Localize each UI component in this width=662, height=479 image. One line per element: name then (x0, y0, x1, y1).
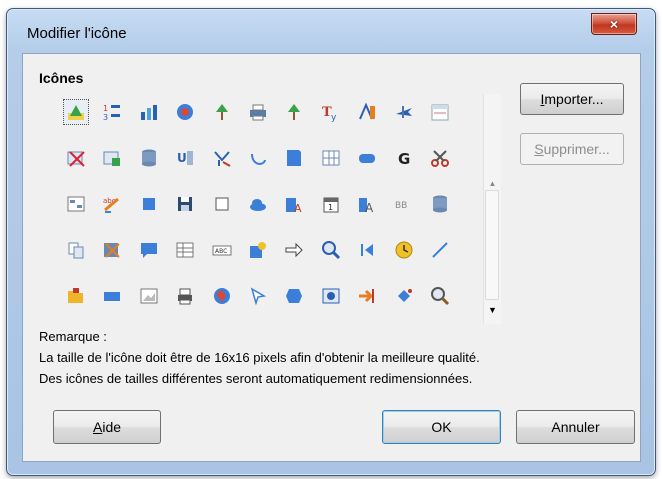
paint-bucket-icon[interactable] (391, 283, 417, 309)
folder-open-icon[interactable] (63, 283, 89, 309)
globe-icon[interactable] (209, 283, 235, 309)
search-icon[interactable] (427, 283, 453, 309)
help-button-label: Aide (92, 419, 122, 435)
remark-line-1: La taille de l'icône doit être de 16x16 … (39, 350, 480, 365)
dialog-window: Modifier l'icône × Icônes 1 3 Ty U Gabc A 1 A BB… (6, 8, 656, 476)
delete-button[interactable]: Supprimer... (520, 133, 624, 165)
cut-icon[interactable] (99, 237, 125, 263)
ok-button[interactable]: OK (382, 410, 501, 444)
arrow-in-icon[interactable] (354, 283, 380, 309)
cancel-button-label: Annuler (551, 419, 600, 435)
svg-text:3: 3 (103, 113, 108, 122)
database-icon[interactable] (136, 145, 162, 171)
text-frame-icon[interactable]: A (281, 191, 307, 217)
import-button-label: Importer... (540, 91, 604, 107)
svg-text:G: G (398, 150, 410, 168)
scroll-down-arrow-icon[interactable]: ▼ (484, 303, 501, 317)
bold-g-icon[interactable]: G (391, 145, 417, 171)
ok-button-label: OK (431, 419, 452, 435)
database-icon[interactable] (427, 191, 453, 217)
airplane-icon[interactable] (391, 99, 417, 125)
delete-button-label: Supprimer... (534, 141, 610, 157)
navigator-icon[interactable] (318, 283, 344, 309)
comment-icon[interactable] (136, 237, 162, 263)
wizard-icon[interactable] (63, 99, 89, 125)
icon-grid[interactable]: 1 3 Ty U Gabc A 1 A BB ABC (63, 99, 461, 325)
numbering-icon[interactable]: 13 (99, 99, 125, 125)
text-icon[interactable] (354, 99, 380, 125)
grid-icon[interactable] (318, 145, 344, 171)
clock-icon[interactable] (391, 237, 417, 263)
remark-line-2: Des icônes de tailles différentes seront… (39, 371, 473, 386)
square-outline-icon[interactable] (209, 191, 235, 217)
svg-text:1: 1 (328, 203, 333, 212)
import-button[interactable]: Importer... (520, 83, 624, 115)
cloud-icon[interactable] (245, 191, 271, 217)
text-size-icon[interactable]: A (354, 191, 380, 217)
svg-text:ABC: ABC (215, 248, 227, 255)
close-icon: × (609, 16, 619, 32)
scissors-icon[interactable] (427, 145, 453, 171)
form-icon[interactable] (63, 191, 89, 217)
line-icon[interactable] (427, 237, 453, 263)
rounded-rect-icon[interactable] (354, 145, 380, 171)
spelling-icon[interactable]: abc (99, 191, 125, 217)
title-bar: Modifier l'icône × (7, 9, 655, 53)
svg-text:A: A (365, 201, 374, 214)
shape-icon[interactable] (281, 283, 307, 309)
text-field-icon[interactable]: ABC (209, 237, 235, 263)
save-icon[interactable] (172, 191, 198, 217)
note-icon[interactable] (281, 145, 307, 171)
cancel-button[interactable]: Annuler (516, 410, 635, 444)
gallery-paint-icon[interactable] (245, 237, 271, 263)
delete-table-icon[interactable] (63, 145, 89, 171)
svg-text:y: y (331, 113, 337, 122)
print-preview-icon[interactable] (172, 283, 198, 309)
remark-heading: Remarque : (39, 329, 107, 344)
close-button[interactable]: × (591, 13, 637, 35)
scroll-thumb[interactable] (485, 190, 499, 300)
scroll-up-arrow-icon[interactable]: ▲ (484, 176, 501, 190)
square-blue-icon[interactable] (136, 191, 162, 217)
gallery-icon[interactable] (172, 99, 198, 125)
copy-icon[interactable] (63, 237, 89, 263)
date-icon[interactable]: 1 (318, 191, 344, 217)
bibliography-icon[interactable]: BB (391, 191, 417, 217)
svg-text:1: 1 (103, 104, 108, 113)
icons-section-label: Icônes (39, 70, 84, 86)
formula-icon[interactable] (209, 145, 235, 171)
calendar-icon[interactable] (427, 99, 453, 125)
arc-icon[interactable] (245, 145, 271, 171)
font-format-icon[interactable]: Ty (318, 99, 344, 125)
table-icon[interactable] (172, 237, 198, 263)
pointer-icon[interactable] (245, 283, 271, 309)
icon-grid-scrollbar[interactable]: ▲ ▼ (483, 94, 501, 324)
svg-text:U: U (177, 151, 187, 165)
tree-icon[interactable] (209, 99, 235, 125)
arrow-right-icon[interactable] (281, 237, 307, 263)
dialog-client-area: Icônes 1 3 Ty U Gabc A 1 A BB ABC ▲ ▼ Importer...… (22, 53, 641, 462)
help-button[interactable]: Aide (53, 410, 161, 444)
tree-icon[interactable] (281, 99, 307, 125)
zoom-icon[interactable] (318, 237, 344, 263)
window-title: Modifier l'icône (27, 25, 127, 42)
underline-icon[interactable]: U (172, 145, 198, 171)
rectangle-icon[interactable] (99, 283, 125, 309)
first-page-icon[interactable] (354, 237, 380, 263)
svg-text:A: A (294, 202, 302, 214)
image-icon[interactable] (136, 283, 162, 309)
svg-text:BB: BB (395, 201, 407, 211)
insert-table-icon[interactable] (99, 145, 125, 171)
stats-icon[interactable] (136, 99, 162, 125)
printer-icon[interactable] (245, 99, 271, 125)
